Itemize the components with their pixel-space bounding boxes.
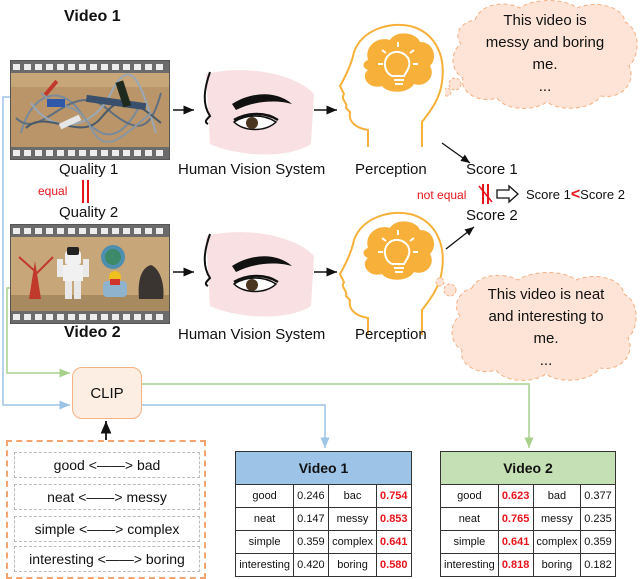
video2-title: Video 2 [64, 324, 121, 341]
film-holes-bottom [13, 314, 167, 320]
video2-scores-table: Video 2 good 0.623 bad 0.377 neat 0.765 messy 0… [440, 451, 616, 577]
positive-word-cell: neat [440, 507, 499, 531]
table-row: interesting 0.420 boring 0.580 [234, 553, 412, 577]
negative-score-cell: 0.182 [580, 553, 616, 577]
negative-score-cell: 0.235 [580, 507, 616, 531]
negative-word-cell: boring [532, 553, 582, 577]
positive-score-cell: 0.641 [497, 530, 534, 554]
negative-word-cell: complex [328, 530, 378, 554]
score-comparison: Score 1<Score 2 [526, 186, 625, 204]
film-holes-top [13, 64, 167, 70]
video1-title: Video 1 [64, 8, 121, 25]
thought2-line: This video is neat [487, 286, 605, 303]
clip-label: CLIP [90, 384, 124, 402]
thought-cloud-2-text: This video is neat and interesting to me… [460, 284, 632, 372]
positive-word-cell: neat [234, 507, 295, 531]
comparison-right: Score 2 [580, 187, 625, 202]
positive-word-cell: interesting [440, 553, 499, 577]
comparison-left: Score 1 [526, 187, 571, 202]
video2-frame [10, 224, 170, 324]
negative-score-cell: 0.359 [580, 530, 616, 554]
video2-scene-image [11, 237, 169, 311]
quality1-label: Quality 1 [59, 161, 119, 178]
table-row: interesting 0.818 boring 0.182 [440, 553, 616, 577]
table2-header: Video 2 [440, 451, 616, 485]
table-row: good 0.246 bac 0.754 [234, 484, 412, 508]
thought1-line: ... [538, 78, 552, 95]
perception-label-2: Perception [355, 326, 427, 343]
positive-word-cell: simple [440, 530, 499, 554]
table-row: neat 0.147 messy 0.853 [234, 507, 412, 531]
video1-scene-image [11, 73, 169, 147]
positive-score-cell: 0.765 [497, 507, 534, 531]
negative-word-cell: complex [532, 530, 582, 554]
eye-icon-1 [203, 70, 314, 155]
hvs-label-2: Human Vision System [178, 326, 326, 343]
thought1-line: This video is [503, 12, 587, 29]
score2-label: Score 2 [466, 207, 518, 224]
hvs-label-1: Human Vision System [178, 161, 326, 178]
negative-score-cell: 0.641 [376, 530, 412, 554]
prompt-pair: good <——> bad [14, 452, 200, 478]
negative-score-cell: 0.853 [376, 507, 412, 531]
score1-label: Score 1 [466, 161, 518, 178]
perception-label-1: Perception [355, 161, 427, 178]
negative-word-cell: messy [328, 507, 378, 531]
comparison-operator: < [570, 186, 581, 203]
positive-score-cell: 0.818 [497, 553, 534, 577]
prompt-pairs-container: good <——> bad neat <——> messy simple <——… [6, 440, 206, 579]
video1-frame [10, 60, 170, 160]
prompt-pair: simple <——> complex [14, 516, 200, 542]
eye-icon-2 [203, 232, 314, 317]
head-lightbulb-icon-1 [338, 24, 444, 147]
positive-score-cell: 0.246 [293, 484, 330, 508]
thought-cloud-1-text: This video is messy and boring me. ... [465, 10, 625, 98]
negative-score-cell: 0.754 [376, 484, 412, 508]
positive-word-cell: good [440, 484, 499, 508]
positive-word-cell: simple [234, 530, 295, 554]
thought1-line: me. [532, 56, 558, 73]
green-connector-clip-table2 [141, 383, 534, 448]
negative-word-cell: bad [532, 484, 582, 508]
clip-model-box: CLIP [72, 367, 142, 419]
positive-score-cell: 0.623 [497, 484, 534, 508]
positive-word-cell: good [234, 484, 295, 508]
positive-word-cell: interesting [234, 553, 295, 577]
video1-scores-table: Video 1 good 0.246 bac 0.754 neat 0.147 messy 0… [234, 451, 412, 577]
equal-label: equal [38, 184, 68, 198]
film-holes-bottom [13, 150, 167, 156]
implies-arrow-icon [496, 184, 519, 204]
positive-score-cell: 0.147 [293, 507, 330, 531]
quality2-label: Quality 2 [59, 204, 119, 221]
negative-score-cell: 0.580 [376, 553, 412, 577]
table1-header: Video 1 [235, 451, 412, 485]
not-equal-slash [478, 185, 493, 203]
film-holes-top [13, 228, 167, 234]
negative-word-cell: bac [328, 484, 378, 508]
thought2-line: and interesting to [488, 308, 604, 325]
table-row: neat 0.765 messy 0.235 [440, 507, 616, 531]
positive-score-cell: 0.420 [293, 553, 330, 577]
thought2-line: me. [533, 330, 559, 347]
table-row: simple 0.641 complex 0.359 [440, 530, 616, 554]
negative-word-cell: messy [532, 507, 582, 531]
positive-score-cell: 0.359 [293, 530, 330, 554]
prompt-pair: neat <——> messy [14, 484, 200, 510]
table-row: simple 0.359 complex 0.641 [234, 530, 412, 554]
thought2-line: ... [539, 352, 553, 369]
table-row: good 0.623 bad 0.377 [440, 484, 616, 508]
arrow-perception2-to-score2 [445, 226, 475, 250]
prompt-pair: interesting <——> boring [14, 546, 200, 572]
negative-score-cell: 0.377 [580, 484, 616, 508]
negative-word-cell: boring [328, 553, 378, 577]
not-equal-label: not equal [417, 188, 467, 202]
thought1-line: messy and boring [485, 34, 605, 51]
